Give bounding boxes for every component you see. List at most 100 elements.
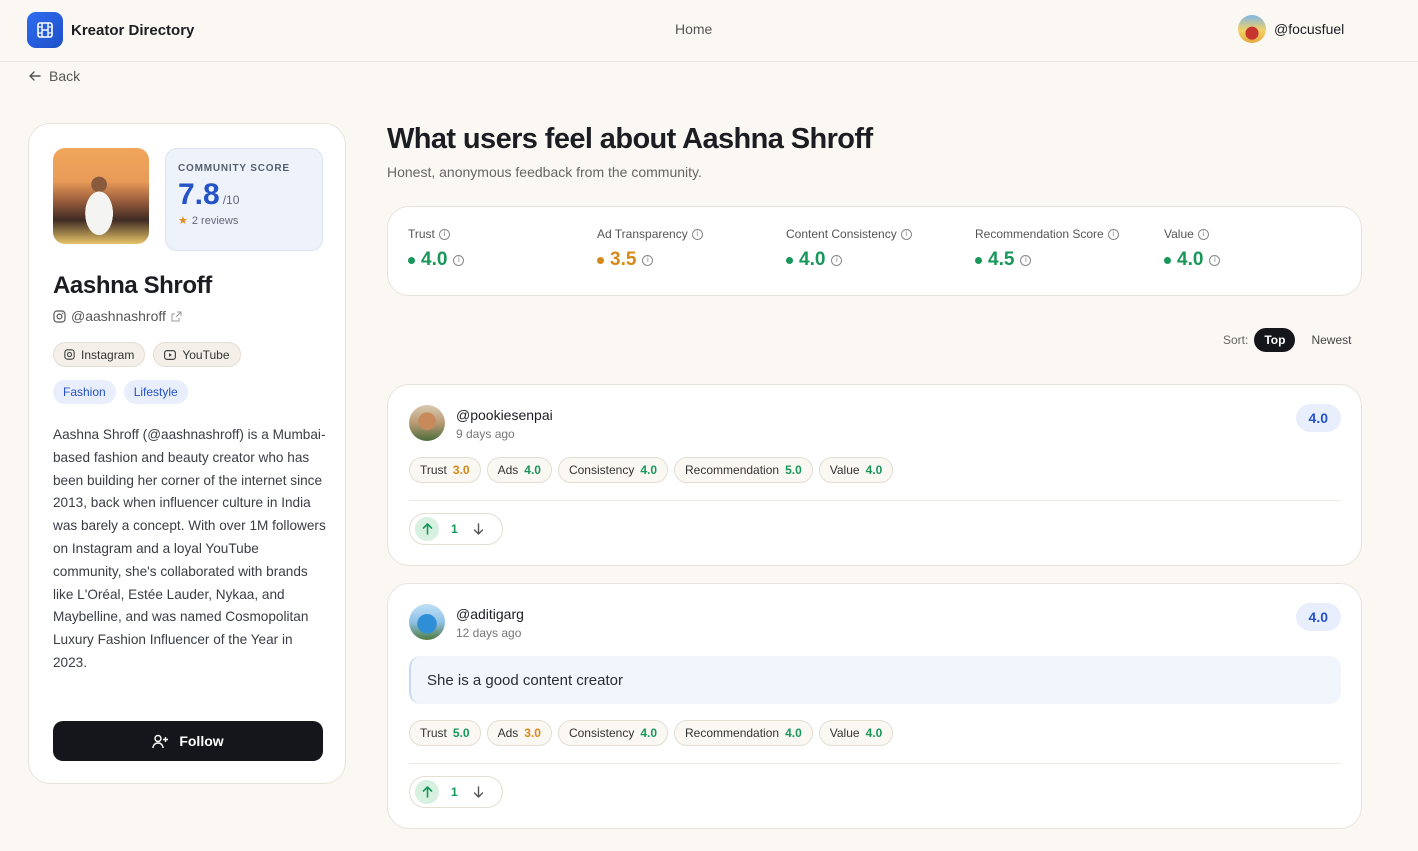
info-icon[interactable]: i	[1197, 228, 1209, 240]
review-score-badge: 4.0	[1295, 404, 1341, 432]
metric-content-consistency: Content Consistency i 4.0 i	[786, 227, 912, 271]
metric-label: Recommendation Score	[975, 227, 1104, 241]
brand-link[interactable]: Kreator Directory	[27, 12, 194, 48]
status-dot	[1164, 256, 1171, 264]
page-subtitle: Honest, anonymous feedback from the comm…	[387, 164, 702, 180]
follow-button[interactable]: Follow	[53, 721, 323, 761]
instagram-icon	[64, 349, 75, 360]
user-handle: @focusfuel	[1274, 21, 1345, 37]
metric-value: 3.5	[610, 249, 637, 270]
rating-chip: Ads 4.0	[486, 457, 552, 483]
arrow-up-icon	[422, 786, 432, 798]
rating-value: 4.0	[865, 463, 883, 477]
vote-count: 1	[451, 785, 458, 799]
review-time: 9 days ago	[456, 427, 515, 441]
rating-value: 4.0	[640, 726, 658, 740]
divider	[409, 500, 1341, 501]
community-score-box: COMMUNITY SCORE 7.8 /10 ★ 2 reviews	[165, 148, 323, 251]
instagram-icon	[53, 309, 66, 323]
rating-chip: Value 4.0	[818, 720, 894, 746]
avatar	[409, 604, 445, 640]
metric-value: Value i 4.0 i	[1164, 227, 1221, 271]
vote-control: 1	[409, 513, 503, 545]
info-icon[interactable]: i	[453, 254, 465, 266]
metric-label: Ad Transparency	[597, 227, 688, 241]
metric-value: 4.0	[799, 249, 826, 270]
community-score-value: 7.8	[178, 178, 220, 211]
review-comment: She is a good content creator	[409, 656, 1341, 704]
profile-photo	[53, 148, 149, 244]
rating-chip: Trust 3.0	[409, 457, 481, 483]
rating-value: 4.0	[524, 463, 541, 477]
vote-count: 1	[451, 522, 458, 536]
review-time: 12 days ago	[456, 626, 522, 640]
info-icon[interactable]: i	[691, 228, 703, 240]
arrow-up-icon	[422, 523, 432, 535]
rating-chip: Consistency 4.0	[557, 457, 669, 483]
back-link[interactable]: Back	[28, 68, 80, 84]
avatar	[409, 405, 445, 441]
downvote-button[interactable]	[470, 786, 488, 798]
info-icon[interactable]: i	[1020, 254, 1032, 266]
info-icon[interactable]: i	[1107, 228, 1119, 240]
info-icon[interactable]: i	[1209, 254, 1221, 266]
metric-value: 4.5	[988, 249, 1015, 270]
rating-value: 5.0	[452, 726, 470, 740]
upvote-button[interactable]	[415, 780, 439, 804]
platform-chip-instagram[interactable]: Instagram	[53, 342, 146, 367]
creator-handle-link[interactable]: @aashnashroff	[53, 308, 182, 324]
upvote-button[interactable]	[415, 517, 439, 541]
review-score-badge: 4.0	[1295, 603, 1341, 631]
nav-home-link[interactable]: Home	[675, 21, 712, 37]
review-count: 2 reviews	[191, 214, 239, 227]
rating-chip: Trust 5.0	[409, 720, 481, 746]
rating-label: Ads	[497, 463, 519, 477]
reviewer-handle[interactable]: @aditigarg	[456, 606, 524, 622]
category-tag-fashion[interactable]: Fashion	[53, 380, 116, 404]
sort-option-top[interactable]: Top	[1254, 328, 1296, 352]
sort-label: Sort:	[1223, 333, 1249, 347]
arrow-down-icon	[473, 523, 484, 535]
info-icon[interactable]: i	[642, 254, 654, 266]
sort-control: Sort: Top Newest	[1223, 328, 1361, 352]
metric-trust: Trust i 4.0 i	[408, 227, 465, 271]
rating-label: Consistency	[568, 463, 635, 477]
category-tag-lifestyle[interactable]: Lifestyle	[123, 380, 188, 404]
rating-label: Value	[829, 726, 860, 740]
metric-label: Value	[1164, 227, 1194, 241]
creator-bio: Aashna Shroff (@aashnashroff) is a Mumba…	[53, 427, 326, 670]
rating-label: Consistency	[568, 726, 635, 740]
back-label: Back	[49, 68, 81, 84]
info-icon[interactable]: i	[831, 254, 843, 266]
score-max: /10	[222, 193, 240, 207]
user-menu[interactable]: @focusfuel	[1238, 15, 1344, 43]
review-card: @aditigarg 12 days ago 4.0 She is a good…	[387, 583, 1362, 829]
metric-ad-transparency: Ad Transparency i 3.5 i	[597, 227, 703, 271]
info-icon[interactable]: i	[900, 228, 912, 240]
top-navbar: Kreator Directory Home @focusfuel	[0, 0, 1418, 62]
platform-label: YouTube	[182, 347, 230, 362]
profile-card: COMMUNITY SCORE 7.8 /10 ★ 2 reviews Aash…	[28, 123, 346, 784]
rating-chip: Consistency 4.0	[557, 720, 669, 746]
metric-value: 4.0	[421, 249, 448, 270]
arrow-down-icon	[473, 786, 484, 798]
rating-value: 4.0	[785, 726, 802, 740]
rating-value: 5.0	[785, 463, 802, 477]
rating-value: 4.0	[865, 726, 883, 740]
rating-label: Value	[829, 463, 860, 477]
sort-option-newest[interactable]: Newest	[1301, 333, 1361, 347]
page-title: What users feel about Aashna Shroff	[387, 123, 873, 155]
metrics-card: Trust i 4.0 i Ad Transparency i 3.5 i Conten…	[387, 206, 1362, 296]
platform-chip-youtube[interactable]: YouTube	[153, 342, 241, 367]
reviewer-handle[interactable]: @pookiesenpai	[456, 407, 553, 423]
divider	[409, 763, 1341, 764]
downvote-button[interactable]	[470, 523, 488, 535]
creator-name: Aashna Shroff	[53, 272, 212, 299]
youtube-icon	[164, 349, 177, 360]
vote-control: 1	[409, 776, 503, 808]
avatar	[1238, 15, 1266, 43]
rating-value: 3.0	[524, 726, 541, 740]
metric-recommendation-score: Recommendation Score i 4.5 i	[975, 227, 1119, 271]
info-icon[interactable]: i	[438, 228, 450, 240]
external-link-icon	[171, 311, 182, 321]
